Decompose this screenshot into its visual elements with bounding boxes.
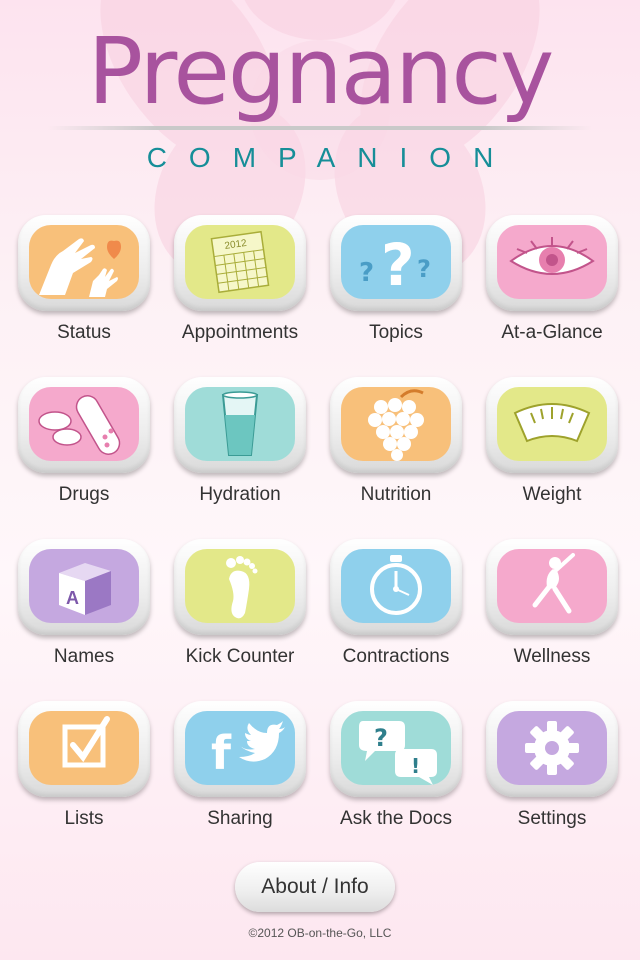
appointments-button[interactable]: 2012 Appointments — [162, 215, 318, 355]
copyright-text: ©2012 OB-on-the-Go, LLC — [248, 926, 392, 940]
ask-the-docs-button[interactable]: ? ! Ask the Docs — [318, 701, 474, 841]
names-button[interactable]: A Names — [6, 539, 162, 679]
settings-button-frame — [486, 701, 618, 797]
status-label: Status — [57, 322, 111, 343]
footprint-icon — [185, 549, 295, 623]
pregnant-woman-icon — [497, 549, 607, 623]
at-a-glance-button-frame — [486, 215, 618, 311]
block-letter: A — [66, 588, 79, 608]
kick-counter-label: Kick Counter — [185, 646, 295, 667]
wellness-label: Wellness — [513, 646, 591, 667]
water-glass-icon — [185, 387, 295, 461]
nutrition-button[interactable]: Nutrition — [318, 377, 474, 517]
svg-text:!: ! — [411, 754, 420, 778]
app-title: Pregnancy — [87, 18, 555, 125]
sharing-label: Sharing — [207, 808, 273, 829]
nutrition-button-frame — [330, 377, 462, 473]
grapes-icon — [341, 387, 451, 461]
weight-button-frame — [486, 377, 618, 473]
drugs-label: Drugs — [58, 484, 110, 505]
hydration-button-frame — [174, 377, 306, 473]
wellness-button[interactable]: Wellness — [474, 539, 630, 679]
sharing-button[interactable]: f Sharing — [162, 701, 318, 841]
weight-button[interactable]: Weight — [474, 377, 630, 517]
app-subtitle: COMPANION — [146, 142, 516, 173]
svg-text:?: ? — [417, 255, 431, 283]
hydration-label: Hydration — [199, 484, 281, 505]
calendar-icon: 2012 — [185, 225, 295, 299]
weight-label: Weight — [522, 484, 582, 505]
app-header: Pregnancy COMPANION — [0, 0, 640, 190]
lists-button[interactable]: Lists — [6, 701, 162, 841]
contractions-button[interactable]: Contractions — [318, 539, 474, 679]
kick-counter-button-frame — [174, 539, 306, 635]
about-info-button[interactable]: About / Info — [235, 862, 395, 912]
appointments-button-frame: 2012 — [174, 215, 306, 311]
lists-button-frame — [18, 701, 150, 797]
wellness-button-frame — [486, 539, 618, 635]
facebook-twitter-icon: f — [185, 711, 295, 785]
hydration-button[interactable]: Hydration — [162, 377, 318, 517]
nutrition-label: Nutrition — [360, 484, 432, 505]
status-button[interactable]: Status — [6, 215, 162, 355]
drugs-button-frame — [18, 377, 150, 473]
gear-icon — [497, 711, 607, 785]
status-button-frame — [18, 215, 150, 311]
topics-button[interactable]: ? ? ? Topics — [318, 215, 474, 355]
kick-counter-button[interactable]: Kick Counter — [162, 539, 318, 679]
settings-label: Settings — [517, 808, 587, 829]
eye-icon — [497, 225, 607, 299]
drugs-button[interactable]: Drugs — [6, 377, 162, 517]
scale-icon — [497, 387, 607, 461]
svg-text:?: ? — [374, 724, 388, 752]
at-a-glance-label: At-a-Glance — [501, 322, 603, 343]
at-a-glance-button[interactable]: At-a-Glance — [474, 215, 630, 355]
question-marks-icon: ? ? ? — [341, 225, 451, 299]
sharing-button-frame: f — [174, 701, 306, 797]
ask-the-docs-button-frame: ? ! — [330, 701, 462, 797]
svg-text:f: f — [211, 726, 232, 780]
svg-text:?: ? — [381, 231, 415, 299]
speech-bubbles-icon: ? ! — [341, 711, 451, 785]
names-button-frame: A — [18, 539, 150, 635]
appointments-label: Appointments — [181, 322, 299, 343]
svg-text:?: ? — [359, 258, 374, 288]
hands-heart-icon — [29, 225, 139, 299]
checkbox-icon — [29, 711, 139, 785]
topics-label: Topics — [369, 322, 423, 343]
alphabet-block-icon: A — [29, 549, 139, 623]
settings-button[interactable]: Settings — [474, 701, 630, 841]
stopwatch-icon — [341, 549, 451, 623]
pills-icon — [29, 387, 139, 461]
contractions-label: Contractions — [342, 646, 450, 667]
title-divider — [48, 126, 592, 130]
topics-button-frame: ? ? ? — [330, 215, 462, 311]
contractions-button-frame — [330, 539, 462, 635]
names-label: Names — [53, 646, 115, 667]
ask-the-docs-label: Ask the Docs — [340, 808, 452, 829]
lists-label: Lists — [64, 808, 104, 829]
